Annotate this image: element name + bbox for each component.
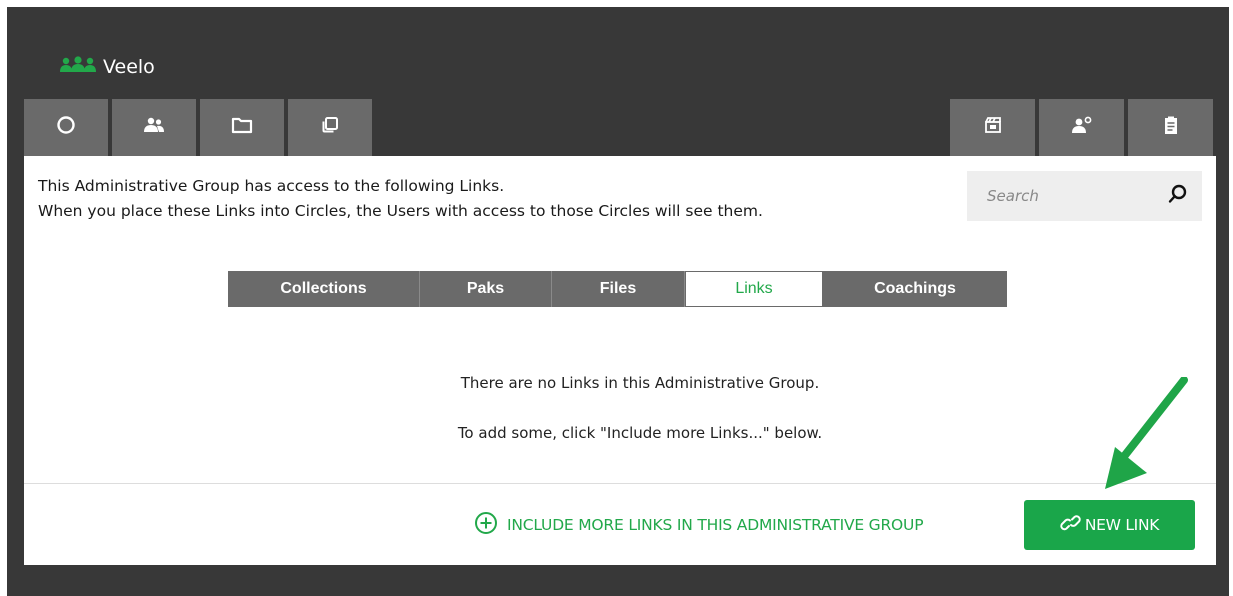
tab-collections[interactable]: Collections [228, 271, 420, 307]
toolbar-circles-button[interactable] [24, 99, 108, 156]
copy-icon [321, 116, 339, 139]
empty-state-message: There are no Links in this Administrativ… [460, 374, 820, 392]
new-link-label: NEW LINK [1084, 516, 1160, 534]
include-more-links-button[interactable]: INCLUDE MORE LINKS IN THIS ADMINISTRATIV… [474, 511, 924, 539]
tab-links[interactable]: Links [685, 271, 823, 307]
search-box [967, 171, 1202, 221]
main-toolbar [24, 99, 372, 156]
include-more-links-label: INCLUDE MORE LINKS IN THIS ADMINISTRATIV… [507, 516, 924, 534]
app-name: Veelo [103, 56, 155, 78]
toolbar-users-button[interactable] [112, 99, 196, 156]
intro-line-2: When you place these Links into Circles,… [38, 202, 763, 220]
footer-divider [24, 483, 1216, 484]
toolbar-paks-button[interactable] [288, 99, 372, 156]
pointer-arrow-icon [1105, 377, 1188, 489]
search-input[interactable] [987, 187, 1137, 205]
new-link-button[interactable]: NEW LINK [1024, 500, 1195, 550]
brand: Veelo [59, 55, 155, 79]
intro-line-1: This Administrative Group has access to … [38, 177, 505, 195]
tab-coachings[interactable]: Coachings [823, 271, 1007, 307]
link-icon [1060, 513, 1082, 537]
users-icon [143, 117, 165, 138]
folder-icon [231, 116, 253, 139]
veelo-logo-icon [59, 55, 97, 79]
clapperboard-icon [984, 116, 1002, 139]
content-type-tabs: Collections Paks Files Links Coachings [228, 271, 1007, 307]
plus-circle-icon [474, 511, 498, 539]
intro-text: This Administrative Group has access to … [38, 174, 763, 224]
toolbar-user-settings-button[interactable] [1039, 99, 1124, 156]
tab-files[interactable]: Files [552, 271, 685, 307]
secondary-toolbar [950, 99, 1213, 156]
search-icon[interactable] [1168, 184, 1188, 209]
toolbar-coachings-button[interactable] [950, 99, 1035, 156]
tab-paks[interactable]: Paks [420, 271, 552, 307]
toolbar-reports-button[interactable] [1128, 99, 1213, 156]
links-panel: This Administrative Group has access to … [24, 156, 1216, 565]
circle-icon [56, 115, 76, 140]
user-settings-icon [1071, 116, 1093, 139]
clipboard-icon [1163, 115, 1179, 140]
empty-state-hint: To add some, click "Include more Links..… [457, 424, 823, 442]
toolbar-files-button[interactable] [200, 99, 284, 156]
